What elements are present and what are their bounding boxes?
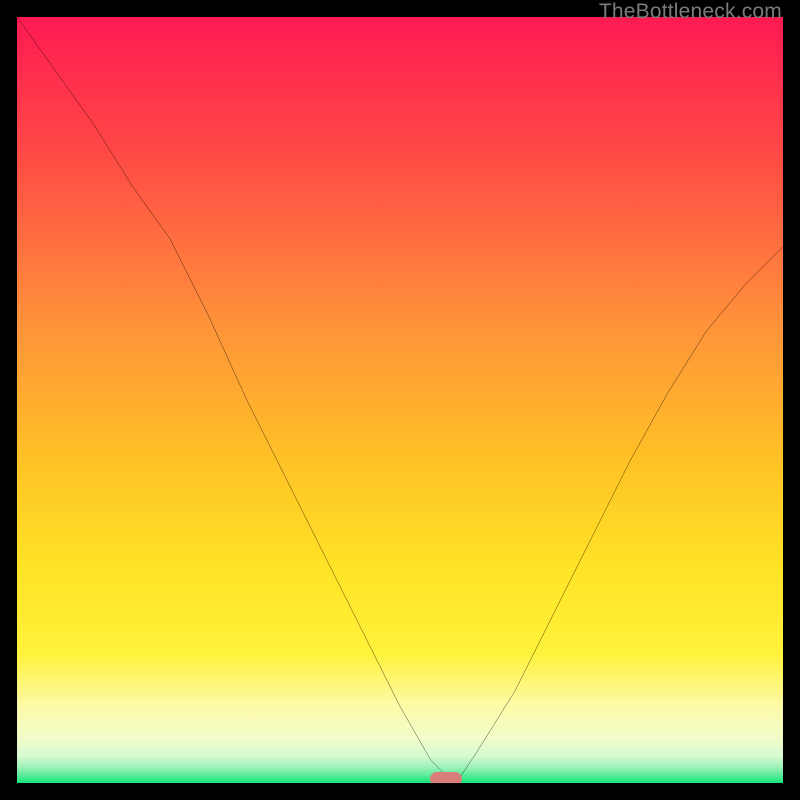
bottleneck-curve (17, 17, 783, 783)
optimum-marker (430, 772, 462, 783)
watermark-text: TheBottleneck.com (599, 0, 782, 24)
plot-area (17, 17, 783, 783)
chart-frame: TheBottleneck.com (0, 0, 800, 800)
